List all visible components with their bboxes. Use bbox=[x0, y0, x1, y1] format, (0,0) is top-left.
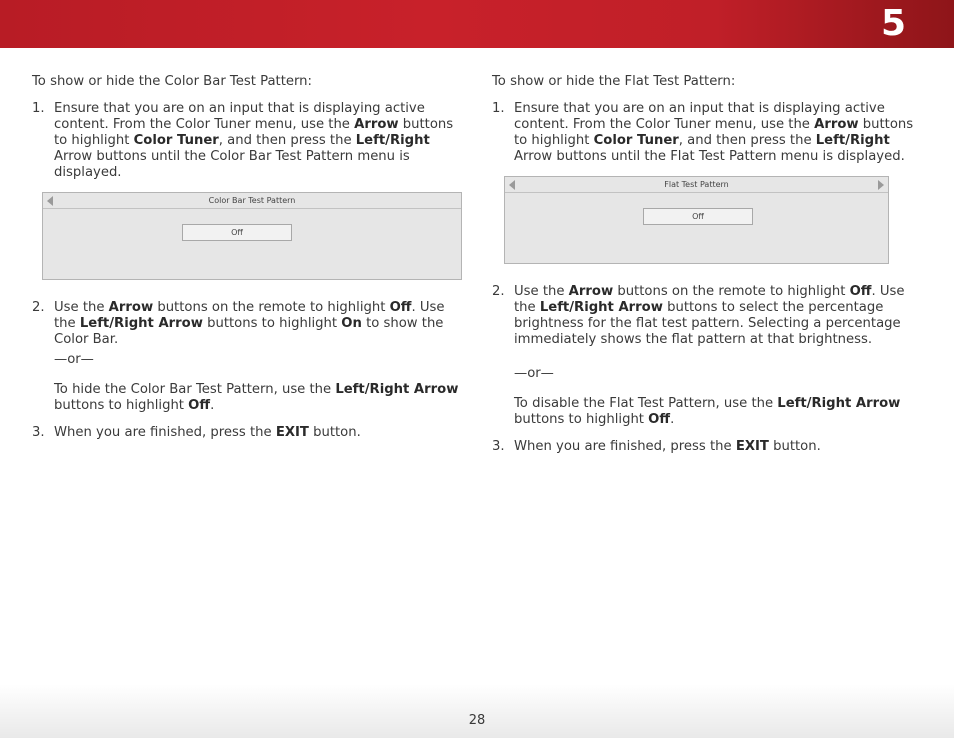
menu-value-box: Off bbox=[182, 224, 292, 241]
step-number: 2. bbox=[32, 300, 45, 315]
or-separator: —or— bbox=[54, 352, 94, 367]
section-intro: To show or hide the Flat Test Pattern: bbox=[492, 74, 736, 89]
or-separator: —or— bbox=[514, 366, 554, 381]
step-1: 1. Ensure that you are on an input that … bbox=[32, 101, 462, 181]
step-number: 3. bbox=[32, 425, 45, 440]
step-number: 1. bbox=[32, 101, 45, 116]
step-alt-text: To hide the Color Bar Test Pattern, use … bbox=[54, 382, 459, 413]
page-number: 28 bbox=[468, 713, 486, 728]
left-arrow-icon bbox=[47, 196, 53, 206]
section-intro: To show or hide the Color Bar Test Patte… bbox=[32, 74, 312, 89]
left-arrow-icon bbox=[509, 180, 515, 190]
step-number: 1. bbox=[492, 101, 505, 116]
step-text: Use the Arrow buttons on the remote to h… bbox=[54, 300, 445, 347]
step-3: 3. When you are finished, press the EXIT… bbox=[32, 425, 462, 441]
step-text: When you are finished, press the EXIT bu… bbox=[514, 439, 821, 454]
step-alt-text: To disable the Flat Test Pattern, use th… bbox=[514, 396, 901, 427]
chapter-number: 5 bbox=[880, 3, 906, 44]
step-1: 1. Ensure that you are on an input that … bbox=[492, 101, 922, 165]
menu-title: Flat Test Pattern bbox=[505, 177, 888, 193]
left-column: To show or hide the Color Bar Test Patte… bbox=[32, 74, 462, 452]
step-number: 2. bbox=[492, 284, 505, 299]
step-2: 2. Use the Arrow buttons on the remote t… bbox=[32, 300, 462, 414]
flat-test-pattern-menu: Flat Test Pattern Off bbox=[504, 176, 889, 264]
step-number: 3. bbox=[492, 439, 505, 454]
step-text: When you are finished, press the EXIT bu… bbox=[54, 425, 361, 440]
step-text: Ensure that you are on an input that is … bbox=[514, 101, 914, 164]
step-text: Ensure that you are on an input that is … bbox=[54, 101, 454, 180]
step-2: 2. Use the Arrow buttons on the remote t… bbox=[492, 284, 922, 428]
step-text: Use the Arrow buttons on the remote to h… bbox=[514, 284, 905, 347]
right-arrow-icon bbox=[878, 180, 884, 190]
menu-value-box: Off bbox=[643, 208, 753, 225]
chapter-banner: 5 bbox=[0, 0, 954, 48]
step-3: 3. When you are finished, press the EXIT… bbox=[492, 439, 922, 455]
menu-title: Color Bar Test Pattern bbox=[43, 193, 461, 209]
right-column: To show or hide the Flat Test Pattern: 1… bbox=[492, 74, 922, 466]
color-bar-test-pattern-menu: Color Bar Test Pattern Off bbox=[42, 192, 462, 280]
page-footer bbox=[0, 684, 954, 738]
